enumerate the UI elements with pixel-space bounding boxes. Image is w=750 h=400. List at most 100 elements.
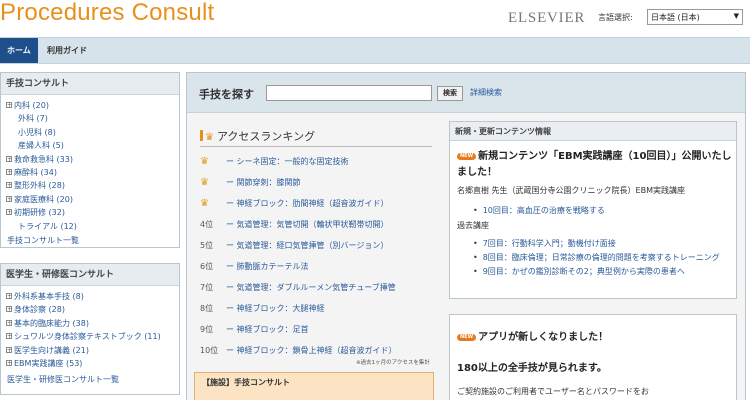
ranking-item[interactable]: 4位 ー 気道管理：気管切開（輪状甲状靭帯切開） bbox=[200, 219, 389, 233]
ranking-item[interactable]: ♛ ー 神経ブロック：肋間神経（超音波ガイド） bbox=[200, 198, 389, 212]
ranking-item[interactable]: ♛ ー シーネ固定：一般的な固定技術 bbox=[200, 156, 349, 170]
ranking-item-link[interactable]: ー 神経ブロック：鎖骨上神経（超音波ガイド） bbox=[226, 346, 397, 355]
sidebar-item[interactable]: + 麻酔科 (34) bbox=[6, 166, 179, 179]
ranking-item[interactable]: 8位 ー 神経ブロック：大腿神経 bbox=[200, 303, 325, 317]
site-logo[interactable]: Procedures Consult bbox=[0, 0, 214, 27]
sidebar-item-label: 救命救急科 (33) bbox=[14, 154, 73, 164]
sidebar-item[interactable]: + 整形外科 (28) bbox=[6, 179, 179, 192]
ranking-item[interactable]: 6位 ー 肺動脈カテーテル法 bbox=[200, 261, 309, 275]
ranking-item-link[interactable]: ー 関節穿刺：膝関節 bbox=[226, 178, 301, 187]
news-title: 新規・更新コンテンツ情報 bbox=[450, 122, 736, 141]
expand-icon[interactable]: + bbox=[6, 319, 12, 326]
sidebar-item-label: 整形外科 (28) bbox=[14, 181, 65, 191]
advanced-search-link[interactable]: 詳細検索 bbox=[470, 87, 502, 98]
sidebar-item[interactable]: トライアル (12) bbox=[6, 220, 179, 233]
sidebar-item[interactable]: + 救命救急科 (33) bbox=[6, 153, 179, 166]
sidebar-item-label: 医学生向け講義 (21) bbox=[14, 345, 89, 355]
ranking-position: 7位 bbox=[200, 283, 214, 292]
ranking-position: 6位 bbox=[200, 262, 214, 271]
past-lectures-label: 過去講座 bbox=[457, 221, 489, 230]
search-button[interactable]: 検索 bbox=[437, 86, 463, 101]
expand-icon[interactable]: + bbox=[6, 155, 12, 162]
ranking-item-link[interactable]: ー 気道管理：気管切開（輪状甲状靭帯切開） bbox=[226, 220, 389, 229]
expand-icon[interactable]: + bbox=[6, 333, 12, 340]
ranking-item-link[interactable]: ー シーネ固定：一般的な固定技術 bbox=[226, 157, 349, 166]
chevron-down-icon: ▼ bbox=[733, 12, 739, 20]
sidebar-item-label: 内科 (20) bbox=[14, 101, 49, 110]
sidebar-item[interactable]: + シュワルツ身体診察テキストブック (11) bbox=[6, 330, 179, 343]
sidebar-item[interactable]: 小児科 (8) bbox=[6, 126, 179, 139]
ranking-position: 10位 bbox=[200, 346, 219, 355]
language-select[interactable]: 日本語 (日本) ▼ bbox=[647, 9, 743, 25]
sidebar-item[interactable]: 外科 (7) bbox=[6, 112, 179, 125]
residents-list-link[interactable]: 医学生・研修医コンサルト一覧 bbox=[7, 374, 119, 385]
past-lecture-link[interactable]: 9回目：かぜの鑑別診断その2；典型例から実際の患者へ bbox=[473, 266, 685, 277]
expand-icon[interactable]: + bbox=[6, 102, 12, 109]
app-notice-subtitle: 180以上の全手技が見られます。 bbox=[457, 363, 607, 374]
ranking-item[interactable]: ♛ ー 関節穿刺：膝関節 bbox=[200, 177, 301, 191]
sidebar-item[interactable]: + 家庭医療科 (20) bbox=[6, 193, 179, 206]
ranking-item-link[interactable]: ー 気道管理：経口気管挿管（別バージョン） bbox=[226, 241, 388, 250]
sidebar-item[interactable]: + 内科 (20) bbox=[6, 99, 179, 112]
ranking-position: 9位 bbox=[200, 325, 214, 334]
sidebar-item[interactable]: + 医学生向け講義 (21) bbox=[6, 344, 179, 357]
sidebar-item-label: 身体診察 (28) bbox=[14, 305, 65, 315]
sidebar-item-label: 基本的臨床能力 (38) bbox=[14, 318, 89, 328]
ranking-item-link[interactable]: ー 神経ブロック：足首 bbox=[226, 325, 309, 334]
news-panel: 新規・更新コンテンツ情報 NEW 新規コンテンツ「EBM実践講座（10回目）」公開… bbox=[449, 121, 737, 299]
expand-icon[interactable]: + bbox=[6, 168, 12, 175]
sidebar-item-label: 家庭医療科 (20) bbox=[14, 194, 73, 204]
ranking-item-link[interactable]: ー 神経ブロック：肋間神経（超音波ガイド） bbox=[226, 199, 389, 208]
ranking-item[interactable]: 7位 ー 気道管理：ダブルルーメン気管チューブ挿管 bbox=[200, 282, 396, 296]
expand-icon[interactable]: + bbox=[6, 359, 12, 366]
news-author: 名郷直樹 先生（武蔵国分寺公園クリニック院長）EBM実践講座 bbox=[457, 186, 685, 195]
expand-icon[interactable]: + bbox=[6, 182, 12, 189]
new-badge: NEW bbox=[457, 153, 477, 160]
sidebar-item[interactable]: + 外科系基本手技 (8) bbox=[6, 290, 179, 303]
expand-icon[interactable]: + bbox=[6, 306, 12, 313]
sidebar-item-label: 外科系基本手技 (8) bbox=[14, 292, 84, 301]
elsevier-logo[interactable]: ELSEVIER bbox=[508, 10, 585, 27]
procedures-list-link[interactable]: 手技コンサルト一覧 bbox=[7, 235, 79, 246]
expand-icon[interactable]: + bbox=[6, 209, 12, 216]
ranking-item[interactable]: 10位ー 神経ブロック：鎖骨上神経（超音波ガイド） bbox=[200, 345, 397, 359]
top-bar: Procedures Consult ELSEVIER 言語選択: 日本語 (日… bbox=[0, 0, 750, 34]
sidebar-item-label: 麻酔科 (34) bbox=[14, 167, 57, 177]
language-label: 言語選択: bbox=[598, 13, 633, 22]
sidebar-item-label: 小児科 (8) bbox=[18, 127, 56, 137]
app-notice-text: ご契約施設のご利用者でユーザー名とパスワードをお bbox=[457, 387, 649, 396]
crown-icon: ♛ bbox=[200, 177, 209, 188]
sidebar-item[interactable]: + 基本的臨床能力 (38) bbox=[6, 317, 179, 330]
ranking-item-link[interactable]: ー 肺動脈カテーテル法 bbox=[226, 262, 309, 271]
ranking-item-link[interactable]: ー 神経ブロック：大腿神経 bbox=[226, 304, 325, 313]
sidebar-item[interactable]: + 初期研修 (32) bbox=[6, 206, 179, 219]
nav-tab-guide[interactable]: 利用ガイド bbox=[40, 38, 94, 63]
new-badge: NEW bbox=[457, 334, 477, 341]
sidebar-item[interactable]: 産婦人科 (5) bbox=[6, 139, 179, 152]
news-headline-text: 新規コンテンツ「EBM実践講座（10回目）」公開いたしました！ bbox=[457, 151, 732, 178]
ranking-position: 4位 bbox=[200, 220, 214, 229]
expand-icon[interactable]: + bbox=[6, 346, 12, 353]
news-item-link[interactable]: 10回目：高血圧の治療を戦略する bbox=[473, 205, 605, 216]
ranking-item[interactable]: 9位 ー 神経ブロック：足首 bbox=[200, 324, 309, 338]
search-input[interactable] bbox=[266, 85, 432, 101]
sidebar-item-label: トライアル (12) bbox=[18, 221, 77, 231]
nav-tab-home[interactable]: ホーム bbox=[0, 38, 38, 63]
past-lecture-link[interactable]: 7回目：行動科学入門；動機付け面接 bbox=[473, 238, 616, 249]
expand-icon[interactable]: + bbox=[6, 195, 12, 202]
expand-icon[interactable]: + bbox=[6, 293, 12, 300]
ranking-item-link[interactable]: ー 気道管理：ダブルルーメン気管チューブ挿管 bbox=[226, 283, 396, 292]
sidebar-item[interactable]: + EBM実践講座 (53) bbox=[6, 357, 179, 370]
ranking-item[interactable]: 5位 ー 気道管理：経口気管挿管（別バージョン） bbox=[200, 240, 388, 254]
app-notice-panel: NEW アプリが新しくなりました！ 180以上の全手技が見られます。 ご契約施設の… bbox=[449, 314, 737, 400]
sidebar-item[interactable]: + 身体診察 (28) bbox=[6, 303, 179, 316]
procedures-sidebar: 手技コンサルト + 内科 (20) 外科 (7) 小児科 (8) 産婦人科 (5) + 救命… bbox=[0, 72, 180, 248]
language-value: 日本語 (日本) bbox=[651, 13, 700, 22]
sidebar-item-label: 産婦人科 (5) bbox=[18, 141, 64, 151]
past-lecture-link[interactable]: 8回目：臨床倫理；日常診療の倫理的問題を考察するトレーニング bbox=[473, 252, 720, 263]
sidebar-item-label: 外科 (7) bbox=[18, 114, 48, 124]
facility-box: 【施設】手技コンサルト bbox=[194, 372, 434, 400]
ranking-note: ※過去1ヶ月のアクセスを集計 bbox=[356, 360, 430, 366]
access-ranking: ♛ アクセスランキング ♛ ー シーネ固定：一般的な固定技術 ♛ ー 関節穿刺：膝関節 ♛… bbox=[196, 126, 436, 376]
crown-icon: ♛ bbox=[200, 198, 209, 209]
